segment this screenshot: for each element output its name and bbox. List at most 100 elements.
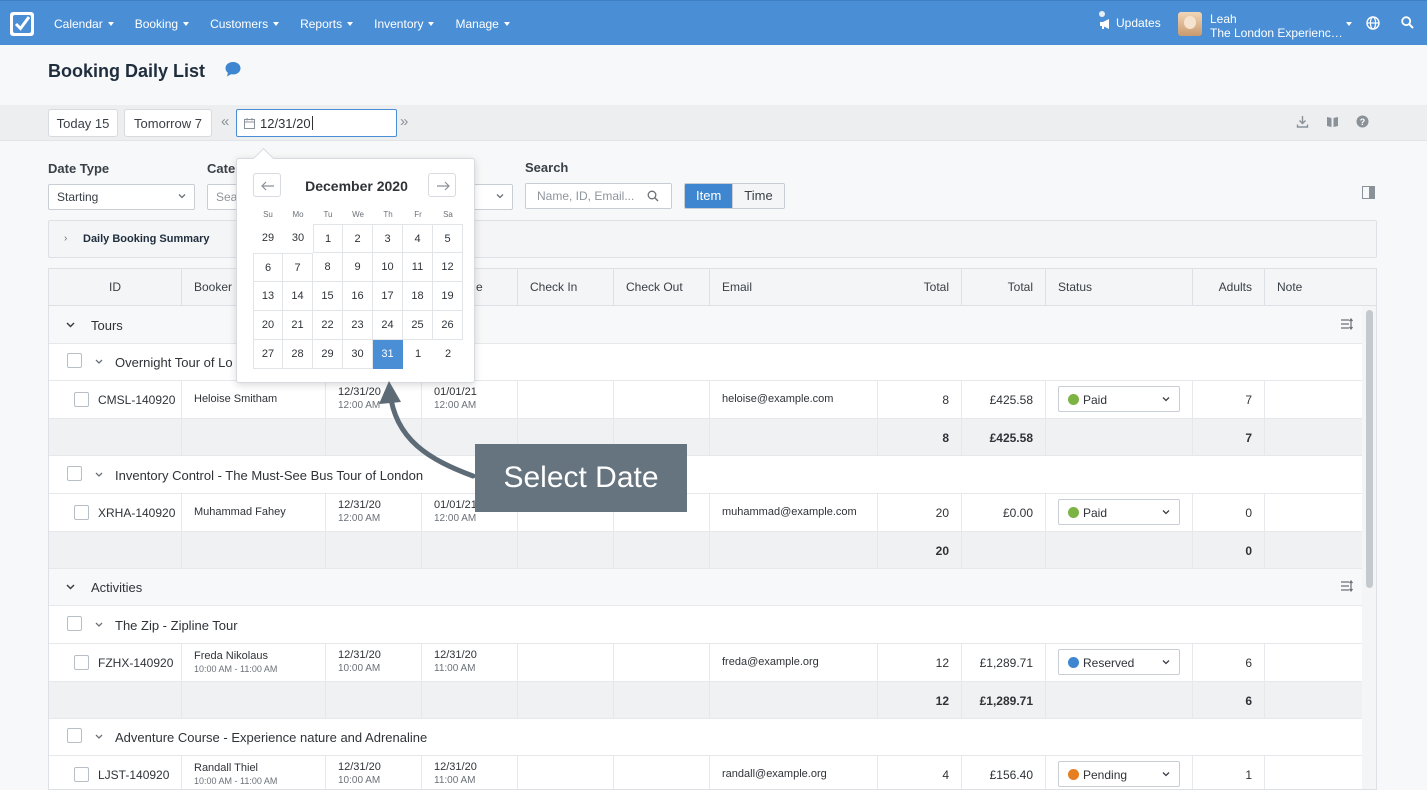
calendar-day[interactable]: 30 bbox=[283, 224, 313, 253]
calendar-day[interactable]: 12 bbox=[433, 253, 463, 282]
booking-id[interactable]: CMSL-140920 bbox=[98, 393, 175, 407]
calendar-day[interactable]: 4 bbox=[403, 224, 433, 253]
calendar-day[interactable]: 15 bbox=[313, 282, 343, 311]
date-input[interactable]: 12/31/20 bbox=[236, 109, 397, 137]
calendar-day[interactable]: 24 bbox=[373, 311, 403, 340]
calendar-day[interactable]: 2 bbox=[433, 340, 463, 369]
calendar-day[interactable]: 3 bbox=[373, 224, 403, 253]
calendar-day[interactable]: 29 bbox=[253, 224, 283, 253]
chevron-down-icon[interactable] bbox=[95, 472, 103, 477]
item-row-adventure[interactable]: Adventure Course - Experience nature and… bbox=[49, 719, 1362, 756]
calendar-day[interactable]: 9 bbox=[343, 253, 373, 282]
booker-name[interactable]: Freda Nikolaus bbox=[194, 650, 268, 662]
table-row[interactable]: CMSL-140920 Heloise Smitham 12/31/20 12:0… bbox=[49, 381, 1362, 419]
calendar-day[interactable]: 14 bbox=[283, 282, 313, 311]
col-check-in[interactable]: Check In bbox=[517, 269, 613, 306]
col-id[interactable]: ID bbox=[109, 269, 121, 306]
row-checkbox[interactable] bbox=[74, 655, 89, 670]
item-row-inventory[interactable]: Inventory Control - The Must-See Bus Tou… bbox=[49, 456, 1362, 494]
menu-reports[interactable]: Reports bbox=[300, 17, 354, 31]
calendar-day[interactable]: 25 bbox=[403, 311, 433, 340]
calendar-day[interactable]: 13 bbox=[253, 282, 283, 311]
calendar-day[interactable]: 18 bbox=[403, 282, 433, 311]
chat-bubble-icon[interactable] bbox=[224, 61, 242, 78]
table-scrollbar[interactable] bbox=[1362, 306, 1376, 789]
col-note[interactable]: Note bbox=[1264, 269, 1362, 306]
table-row[interactable]: LJST-140920 Randall Thiel 10:00 AM - 11:0… bbox=[49, 756, 1362, 789]
row-checkbox[interactable] bbox=[74, 767, 89, 782]
previous-date-icon[interactable]: « bbox=[221, 114, 229, 130]
table-row[interactable]: XRHA-140920 Muhammad Fahey 12/31/20 12:00… bbox=[49, 494, 1362, 532]
list-settings-icon[interactable] bbox=[1340, 580, 1354, 592]
tomorrow-button[interactable]: Tomorrow 7 bbox=[124, 109, 212, 137]
calendar-day[interactable]: 17 bbox=[373, 282, 403, 311]
calendar-day[interactable]: 1 bbox=[403, 340, 433, 369]
status-dropdown[interactable]: Pending bbox=[1058, 761, 1180, 787]
calendar-day[interactable]: 27 bbox=[253, 340, 283, 369]
calendar-day[interactable]: 16 bbox=[343, 282, 373, 311]
calendar-day[interactable]: 10 bbox=[373, 253, 403, 282]
updates-button[interactable]: Updates bbox=[1099, 11, 1161, 35]
group-row-activities[interactable]: Activities bbox=[49, 569, 1362, 606]
booker-name[interactable]: Heloise Smitham bbox=[194, 393, 277, 405]
item-row-zip[interactable]: The Zip - Zipline Tour bbox=[49, 606, 1362, 644]
menu-booking[interactable]: Booking bbox=[135, 17, 190, 31]
booker-name[interactable]: Randall Thiel bbox=[194, 762, 258, 774]
menu-manage[interactable]: Manage bbox=[455, 17, 510, 31]
calendar-day[interactable]: 19 bbox=[433, 282, 463, 311]
view-item-button[interactable]: Item bbox=[685, 184, 733, 208]
calendar-day[interactable]: 6 bbox=[253, 253, 283, 282]
next-date-icon[interactable]: » bbox=[400, 114, 408, 130]
globe-icon[interactable] bbox=[1366, 16, 1380, 30]
item-checkbox[interactable] bbox=[67, 353, 82, 368]
col-check-out[interactable]: Check Out bbox=[613, 269, 709, 306]
row-checkbox[interactable] bbox=[74, 505, 89, 520]
user-menu[interactable]: Leah The London Experienc… bbox=[1178, 12, 1343, 40]
booking-id[interactable]: LJST-140920 bbox=[98, 768, 169, 782]
calendar-day[interactable]: 1 bbox=[313, 224, 343, 253]
row-checkbox[interactable] bbox=[74, 392, 89, 407]
item-checkbox[interactable] bbox=[67, 616, 82, 631]
app-logo[interactable] bbox=[10, 12, 34, 36]
chevron-down-icon[interactable] bbox=[95, 359, 103, 364]
calendar-day[interactable]: 29 bbox=[313, 340, 343, 369]
calendar-day[interactable]: 22 bbox=[313, 311, 343, 340]
booking-id[interactable]: XRHA-140920 bbox=[98, 506, 175, 520]
table-row[interactable]: FZHX-140920 Freda Nikolaus 10:00 AM - 11:… bbox=[49, 644, 1362, 682]
col-adults[interactable]: Adults bbox=[1192, 269, 1264, 306]
status-dropdown[interactable]: Paid bbox=[1058, 499, 1180, 525]
item-checkbox[interactable] bbox=[67, 466, 82, 481]
calendar-day[interactable]: 11 bbox=[403, 253, 433, 282]
list-settings-icon[interactable] bbox=[1340, 318, 1354, 330]
booker-name[interactable]: Muhammad Fahey bbox=[194, 506, 286, 518]
chevron-down-icon[interactable] bbox=[95, 622, 103, 627]
download-icon[interactable] bbox=[1296, 115, 1309, 128]
calendar-day-selected[interactable]: 31 bbox=[373, 340, 403, 369]
status-dropdown[interactable]: Paid bbox=[1058, 386, 1180, 412]
today-button[interactable]: Today 15 bbox=[48, 109, 118, 137]
calendar-day[interactable]: 5 bbox=[433, 224, 463, 253]
columns-icon[interactable] bbox=[1362, 186, 1375, 199]
calendar-day[interactable]: 2 bbox=[343, 224, 373, 253]
user-caret-icon[interactable] bbox=[1346, 22, 1352, 26]
status-dropdown[interactable]: Reserved bbox=[1058, 649, 1180, 675]
search-icon[interactable] bbox=[1401, 16, 1414, 29]
view-time-button[interactable]: Time bbox=[732, 184, 784, 208]
calendar-day[interactable]: 21 bbox=[283, 311, 313, 340]
chevron-down-icon[interactable] bbox=[95, 734, 103, 739]
calendar-day[interactable]: 20 bbox=[253, 311, 283, 340]
next-month-button[interactable] bbox=[428, 173, 456, 197]
calendar-day[interactable]: 7 bbox=[283, 253, 313, 282]
book-icon[interactable] bbox=[1326, 115, 1339, 128]
col-total[interactable]: Total bbox=[961, 269, 1045, 306]
menu-calendar[interactable]: Calendar bbox=[54, 17, 114, 31]
calendar-day[interactable]: 26 bbox=[433, 311, 463, 340]
calendar-day[interactable]: 8 bbox=[313, 253, 343, 282]
menu-inventory[interactable]: Inventory bbox=[374, 17, 435, 31]
item-checkbox[interactable] bbox=[67, 728, 82, 743]
search-input[interactable]: Name, ID, Email... bbox=[525, 183, 672, 209]
calendar-day[interactable]: 23 bbox=[343, 311, 373, 340]
date-type-select[interactable]: Starting bbox=[48, 184, 195, 210]
menu-customers[interactable]: Customers bbox=[210, 17, 280, 31]
col-email[interactable]: Email bbox=[709, 269, 877, 306]
